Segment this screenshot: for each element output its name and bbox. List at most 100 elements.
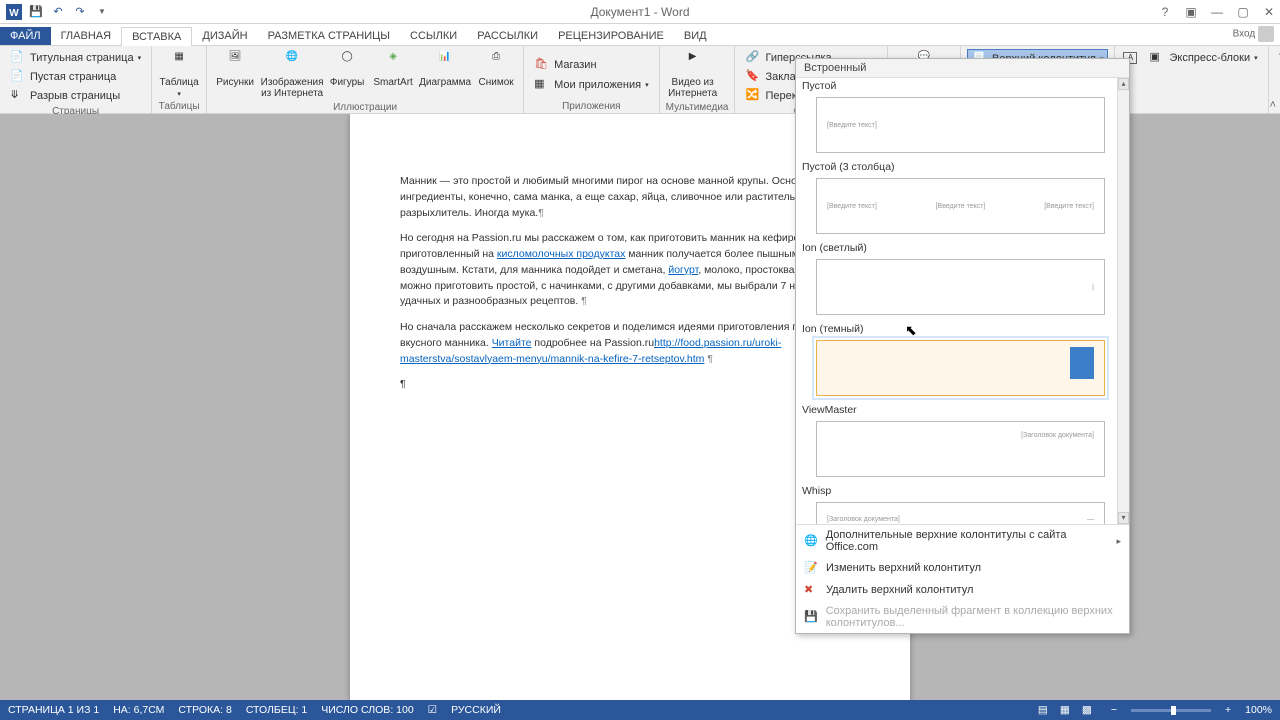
status-column[interactable]: СТОЛБЕЦ: 1 xyxy=(246,704,307,716)
group-illustrations: 🖼Рисунки 🌐Изображения из Интернета ◯Фигу… xyxy=(207,46,524,113)
ribbon-tabs: ФАЙЛ ГЛАВНАЯ ВСТАВКА ДИЗАЙН РАЗМЕТКА СТР… xyxy=(0,24,1280,46)
group-illustrations-label: Иллюстрации xyxy=(213,102,517,113)
cover-page-button[interactable]: 📄Титульная страница▾ xyxy=(6,49,145,67)
tab-home[interactable]: ГЛАВНАЯ xyxy=(51,27,121,45)
gallery-list: Пустой [Введите текст] Пустой (3 столбца… xyxy=(796,78,1129,524)
group-tables: ▦Таблица▾ Таблицы xyxy=(152,46,207,113)
ion-dark-accent xyxy=(1070,347,1094,379)
quick-parts-button[interactable]: ▣Экспресс-блоки▾ xyxy=(1145,49,1261,67)
tab-review[interactable]: РЕЦЕНЗИРОВАНИЕ xyxy=(548,27,674,45)
smartart-button[interactable]: ◈SmartArt xyxy=(371,49,415,90)
gallery-item-viewmaster[interactable]: [Заголовок документа] xyxy=(816,421,1105,477)
view-buttons: ▤ ▦ ▩ xyxy=(1033,702,1097,718)
screenshot-button[interactable]: ⎙Снимок xyxy=(475,49,517,90)
blank-page-button[interactable]: 📄Пустая страница xyxy=(6,68,120,86)
gallery-item-ion-dark[interactable] xyxy=(816,340,1105,396)
gallery-scrollbar[interactable]: ▴ ▾ xyxy=(1117,78,1129,524)
header-gallery-dropdown: Встроенный Пустой [Введите текст] Пустой… xyxy=(795,58,1130,634)
scroll-up-icon[interactable]: ▴ xyxy=(1118,78,1129,90)
gallery-item-whisp[interactable]: [Заголовок документа]— xyxy=(816,502,1105,524)
online-pictures-button[interactable]: 🌐Изображения из Интернета xyxy=(261,49,323,101)
tab-design[interactable]: ДИЗАЙН xyxy=(192,27,257,45)
link-yogurt[interactable]: йогурт xyxy=(668,264,698,276)
zoom-level[interactable]: 100% xyxy=(1245,704,1272,716)
zoom-slider[interactable] xyxy=(1131,709,1211,712)
word-icon: W xyxy=(6,4,22,20)
scroll-down-icon[interactable]: ▾ xyxy=(1118,512,1129,524)
my-apps-button[interactable]: ▦Мои приложения▾ xyxy=(530,76,653,94)
collapse-ribbon-icon[interactable]: ˄ xyxy=(1270,99,1276,111)
group-media-label: Мультимедиа xyxy=(666,102,729,113)
ribbon-options-icon[interactable]: ▣ xyxy=(1184,5,1198,19)
delete-icon: ✖ xyxy=(804,583,818,597)
group-pages: 📄Титульная страница▾ 📄Пустая страница ⤋Р… xyxy=(0,46,152,113)
maximize-icon[interactable]: ▢ xyxy=(1236,5,1250,19)
tab-view[interactable]: ВИД xyxy=(674,27,717,45)
account-signin[interactable]: Вход xyxy=(1233,26,1274,42)
chart-button[interactable]: 📊Диаграмма xyxy=(419,49,471,90)
help-icon[interactable]: ? xyxy=(1158,5,1172,19)
titlebar: W 💾 ↶ ↷ ▼ Документ1 - Word ? ▣ — ▢ ✕ xyxy=(0,0,1280,24)
gallery-item-label: Ion (темный) xyxy=(796,321,1117,337)
minimize-icon[interactable]: — xyxy=(1210,5,1224,19)
edit-icon: 📝 xyxy=(804,561,818,575)
close-icon[interactable]: ✕ xyxy=(1262,5,1276,19)
gallery-item-ion-light[interactable]: | xyxy=(816,259,1105,315)
page-break-button[interactable]: ⤋Разрыв страницы xyxy=(6,87,124,105)
edit-header[interactable]: 📝 Изменить верхний колонтитул xyxy=(796,557,1129,579)
zoom-in-icon[interactable]: + xyxy=(1225,704,1231,716)
gallery-item-label: Whisp xyxy=(796,483,1117,499)
quick-access-toolbar: W 💾 ↶ ↷ ▼ xyxy=(0,4,110,20)
save-selection-to-gallery: 💾 Сохранить выделенный фрагмент в коллек… xyxy=(796,601,1129,633)
gallery-footer: 🌐 Дополнительные верхние колонтитулы с с… xyxy=(796,524,1129,633)
tab-mailings[interactable]: РАССЫЛКИ xyxy=(467,27,548,45)
gallery-category-header: Встроенный xyxy=(796,59,1129,78)
save-gallery-icon: 💾 xyxy=(804,610,818,624)
gallery-item-empty[interactable]: [Введите текст] xyxy=(816,97,1105,153)
store-button[interactable]: 🛍Магазин xyxy=(530,56,600,74)
table-button[interactable]: ▦Таблица▾ xyxy=(158,49,200,100)
status-language[interactable]: РУССКИЙ xyxy=(451,704,501,716)
paragraph[interactable]: ¶ xyxy=(400,377,860,393)
group-media: ▶Видео из Интернета Мультимедиа xyxy=(660,46,736,113)
shapes-button[interactable]: ◯Фигуры xyxy=(327,49,367,90)
group-apps: 🛍Магазин ▦Мои приложения▾ Приложения xyxy=(524,46,660,113)
paragraph[interactable]: Но сначала расскажем несколько секретов … xyxy=(400,320,860,367)
group-tables-label: Таблицы xyxy=(158,101,200,112)
link-dairy[interactable]: кисломолочных продуктах xyxy=(497,248,625,260)
link-read[interactable]: Читайте xyxy=(492,337,532,349)
pictures-button[interactable]: 🖼Рисунки xyxy=(213,49,257,90)
paragraph[interactable]: Манник — это простой и любимый многими п… xyxy=(400,174,860,221)
svg-text:W: W xyxy=(9,8,19,19)
read-mode-icon[interactable]: ▤ xyxy=(1033,702,1053,718)
redo-icon[interactable]: ↷ xyxy=(72,4,88,20)
tab-file[interactable]: ФАЙЛ xyxy=(0,27,51,45)
gallery-item-label: Пустой (3 столбца) xyxy=(796,159,1117,175)
status-page[interactable]: СТРАНИЦА 1 ИЗ 1 xyxy=(8,704,99,716)
status-proofing-icon[interactable]: ☑ xyxy=(428,704,437,716)
gallery-item-label: ViewMaster xyxy=(796,402,1117,418)
statusbar: СТРАНИЦА 1 ИЗ 1 НА: 6,7СМ СТРОКА: 8 СТОЛ… xyxy=(0,700,1280,720)
tab-layout[interactable]: РАЗМЕТКА СТРАНИЦЫ xyxy=(258,27,400,45)
undo-icon[interactable]: ↶ xyxy=(50,4,66,20)
print-layout-icon[interactable]: ▦ xyxy=(1055,702,1075,718)
office-icon: 🌐 xyxy=(804,534,818,548)
more-headers-online[interactable]: 🌐 Дополнительные верхние колонтитулы с с… xyxy=(796,525,1129,557)
gallery-item-empty-3col[interactable]: [Введите текст][Введите текст][Введите т… xyxy=(816,178,1105,234)
gallery-item-label: Ion (светлый) xyxy=(796,240,1117,256)
online-video-button[interactable]: ▶Видео из Интернета xyxy=(666,49,720,101)
signature-line-button[interactable]: ✎Строка подписи▾ xyxy=(1275,49,1280,67)
group-apps-label: Приложения xyxy=(530,101,653,112)
status-position[interactable]: НА: 6,7СМ xyxy=(113,704,164,716)
tab-insert[interactable]: ВСТАВКА xyxy=(121,27,192,46)
web-layout-icon[interactable]: ▩ xyxy=(1077,702,1097,718)
remove-header[interactable]: ✖ Удалить верхний колонтитул xyxy=(796,579,1129,601)
zoom-out-icon[interactable]: − xyxy=(1111,704,1117,716)
tab-references[interactable]: ССЫЛКИ xyxy=(400,27,467,45)
save-icon[interactable]: 💾 xyxy=(28,4,44,20)
status-line[interactable]: СТРОКА: 8 xyxy=(178,704,231,716)
group-text: A ▣Экспресс-блоки▾ xyxy=(1114,46,1268,113)
qat-customize-icon[interactable]: ▼ xyxy=(94,4,110,20)
status-word-count[interactable]: ЧИСЛО СЛОВ: 100 xyxy=(321,704,413,716)
paragraph[interactable]: Но сегодня на Passion.ru мы расскажем о … xyxy=(400,231,860,310)
